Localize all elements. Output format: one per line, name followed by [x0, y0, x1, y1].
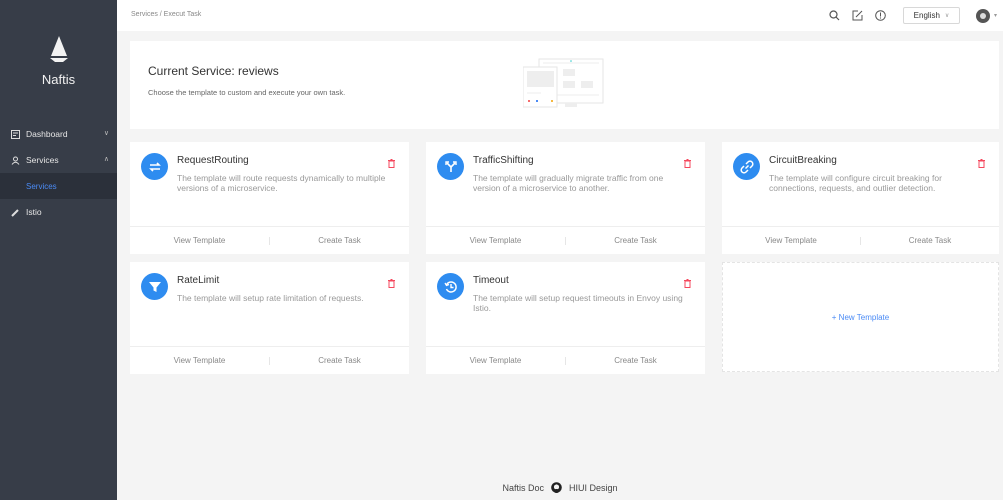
delete-icon[interactable] — [978, 155, 985, 173]
sailboat-logo-icon — [49, 36, 68, 62]
filter-icon — [141, 273, 168, 300]
page-description: Choose the template to custom and execut… — [148, 88, 346, 97]
template-description: The template will gradually migrate traf… — [473, 173, 664, 193]
template-title: TrafficShifting — [473, 155, 534, 166]
delete-icon[interactable] — [684, 275, 691, 293]
history-icon — [437, 273, 464, 300]
sidebar: Naftis Dashboard ∨ Services ∧ Services I… — [0, 0, 117, 500]
sidebar-item-dashboard[interactable]: Dashboard ∨ — [0, 121, 117, 147]
istio-icon — [10, 207, 20, 217]
sidebar-item-label: Services — [26, 155, 59, 165]
fork-icon — [437, 153, 464, 180]
delete-icon[interactable] — [684, 155, 691, 173]
naftis-doc-link[interactable]: Naftis Doc — [502, 483, 544, 493]
card-footer: View Template Create Task — [722, 226, 999, 254]
github-icon[interactable] — [551, 482, 562, 493]
services-icon — [10, 155, 20, 165]
view-template-button[interactable]: View Template — [426, 356, 565, 365]
swap-icon — [141, 153, 168, 180]
logo[interactable]: Naftis — [0, 36, 117, 87]
view-template-button[interactable]: View Template — [722, 236, 860, 245]
avatar[interactable] — [975, 8, 990, 23]
template-title: Timeout — [473, 275, 509, 286]
chevron-down-icon: ∨ — [103, 130, 109, 137]
card-footer: View Template Create Task — [426, 226, 705, 254]
sidebar-item-label: Dashboard — [26, 129, 68, 139]
template-description: The template will setup request timeouts… — [473, 293, 683, 313]
info-icon[interactable] — [874, 9, 888, 23]
sidebar-item-label: Istio — [26, 207, 42, 217]
chevron-down-icon[interactable]: ▾ — [994, 12, 997, 19]
template-title: RequestRouting — [177, 155, 249, 166]
service-header: Current Service: reviews Choose the temp… — [130, 41, 999, 129]
sidebar-subitem-services[interactable]: Services — [0, 173, 117, 199]
view-template-button[interactable]: View Template — [130, 356, 269, 365]
template-title: CircuitBreaking — [769, 155, 837, 166]
sidebar-item-services[interactable]: Services ∧ — [0, 147, 117, 173]
chevron-up-icon: ∧ — [103, 156, 109, 163]
template-description: The template will route requests dynamic… — [177, 173, 386, 193]
template-card-requestrouting: RequestRouting The template will route r… — [130, 142, 409, 254]
template-description: The template will configure circuit brea… — [769, 173, 942, 193]
sidebar-item-istio[interactable]: Istio — [0, 199, 117, 225]
language-value: English — [913, 11, 940, 20]
edit-icon[interactable] — [851, 9, 865, 23]
breadcrumb: Services / Execut Task — [131, 11, 202, 18]
create-task-button[interactable]: Create Task — [566, 236, 705, 245]
view-template-button[interactable]: View Template — [130, 236, 269, 245]
template-card-circuitbreaking: CircuitBreaking The template will config… — [722, 142, 999, 254]
template-card-ratelimit: RateLimit The template will setup rate l… — [130, 262, 409, 374]
card-footer: View Template Create Task — [130, 226, 409, 254]
create-task-button[interactable]: Create Task — [270, 356, 409, 365]
template-card-trafficshifting: TrafficShifting The template will gradua… — [426, 142, 705, 254]
illustration-icon — [523, 58, 604, 108]
page-title: Current Service: reviews — [148, 64, 279, 78]
template-title: RateLimit — [177, 275, 220, 286]
dashboard-icon — [10, 129, 20, 139]
app-name: Naftis — [41, 72, 76, 87]
card-footer: View Template Create Task — [426, 346, 705, 374]
card-footer: View Template Create Task — [130, 346, 409, 374]
topbar-actions: English ∨ ▾ — [828, 0, 1003, 31]
delete-icon[interactable] — [388, 275, 395, 293]
search-icon[interactable] — [828, 9, 842, 23]
delete-icon[interactable] — [388, 155, 395, 173]
hiui-design-link[interactable]: HIUI Design — [569, 483, 618, 493]
create-task-button[interactable]: Create Task — [270, 236, 409, 245]
chevron-down-icon: ∨ — [944, 13, 950, 19]
template-card-timeout: Timeout The template will setup request … — [426, 262, 705, 374]
topbar: Services / Execut Task English ∨ ▾ — [117, 0, 1003, 31]
link-icon — [733, 153, 760, 180]
language-select[interactable]: English ∨ — [902, 7, 960, 24]
create-task-button[interactable]: Create Task — [861, 236, 999, 245]
new-template-button[interactable]: + New Template — [722, 262, 999, 372]
footer: Naftis Doc HIUI Design — [117, 482, 1003, 493]
sidebar-nav: Dashboard ∨ Services ∧ Services Istio — [0, 121, 117, 225]
view-template-button[interactable]: View Template — [426, 236, 565, 245]
create-task-button[interactable]: Create Task — [566, 356, 705, 365]
template-description: The template will setup rate limitation … — [177, 293, 364, 303]
